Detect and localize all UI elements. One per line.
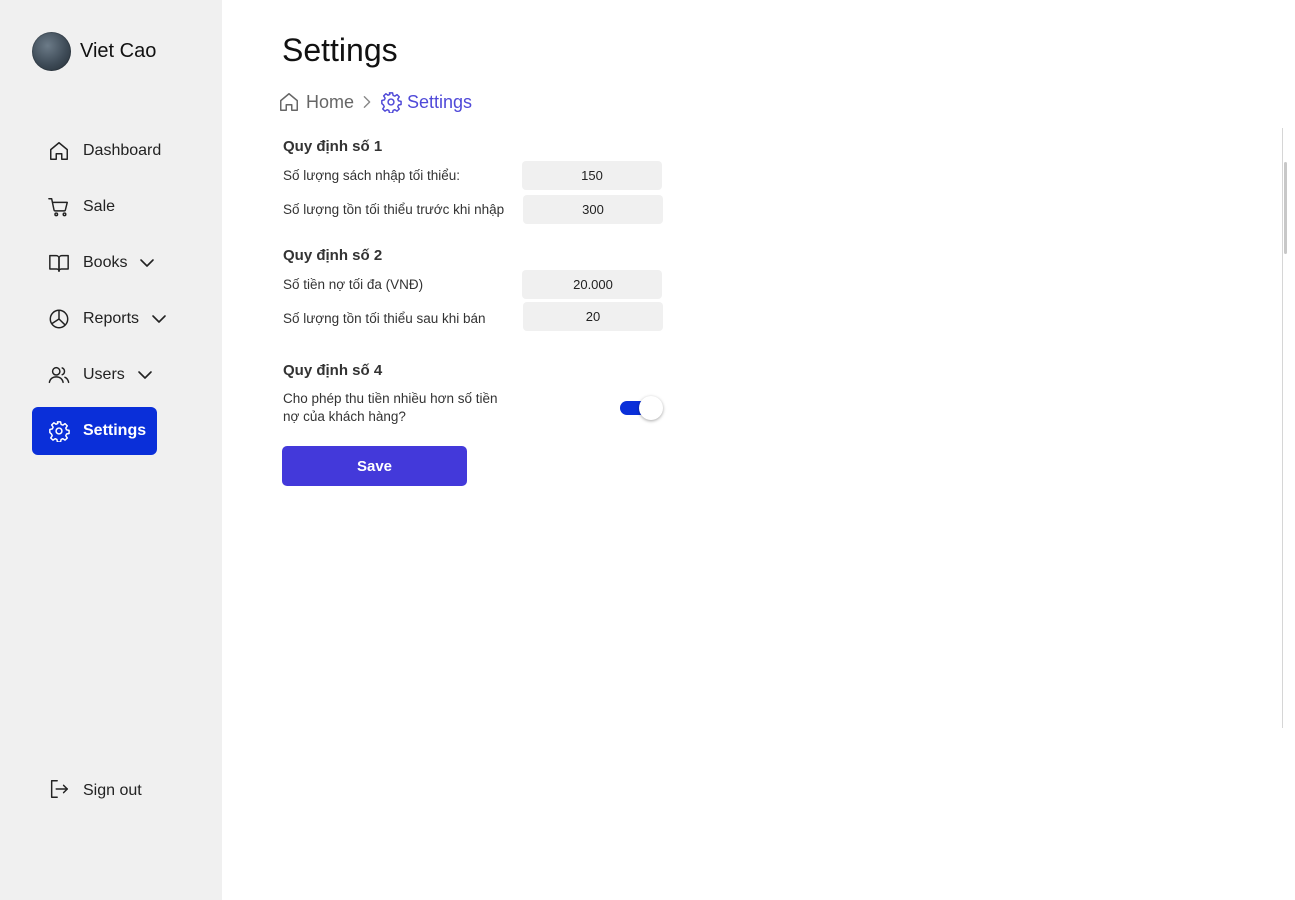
sidebar-item-dashboard[interactable]: Dashboard	[32, 127, 167, 175]
sidebar-item-label: Books	[83, 254, 128, 271]
breadcrumb-current-label: Settings	[407, 91, 473, 112]
min-import-label: Số lượng sách nhập tối thiểu:	[283, 168, 461, 183]
min-stock-after-input[interactable]	[523, 302, 663, 331]
allow-overpay-label: Cho phép thu tiền nhiều hơn số tiền nợ c…	[283, 391, 498, 424]
sidebar-item-reports[interactable]: Reports	[32, 295, 167, 343]
rule1-title: Quy định số 1	[283, 138, 383, 155]
sign-out-icon	[48, 778, 70, 805]
avatar[interactable]	[32, 32, 71, 71]
home-icon	[48, 140, 70, 162]
chevron-down-icon[interactable]	[137, 367, 153, 383]
chevron-down-icon[interactable]	[151, 311, 167, 327]
sidebar-item-settings[interactable]: Settings	[32, 407, 157, 455]
chevron-right-icon	[360, 95, 374, 109]
sidebar: Viet Cao Dashboard Sale Books Reports Us…	[0, 0, 222, 900]
min-import-input[interactable]	[522, 161, 662, 190]
sidebar-item-label: Reports	[83, 310, 140, 327]
max-debt-input[interactable]	[522, 270, 662, 299]
breadcrumb: Home Settings	[278, 91, 472, 113]
rule4-title: Quy định số 4	[283, 362, 383, 379]
breadcrumb-current: Settings	[380, 91, 472, 113]
sidebar-item-label: Sale	[83, 198, 116, 215]
chevron-down-icon[interactable]	[139, 255, 155, 271]
cart-icon	[48, 196, 70, 218]
sidebar-item-label: Users	[83, 366, 125, 383]
main-content: Settings Home Settings Quy định số 1 Số …	[222, 0, 1295, 900]
sidebar-item-label: Dashboard	[83, 142, 162, 159]
sidebar-item-sale[interactable]: Sale	[32, 183, 167, 231]
scrollbar-thumb[interactable]	[1284, 162, 1287, 254]
sign-out-label: Sign out	[83, 782, 142, 799]
max-stock-before-label: Số lượng tồn tối thiểu trước khi nhập	[283, 202, 505, 217]
rule2-title: Quy định số 2	[283, 247, 383, 264]
max-debt-label: Số tiền nợ tối đa (VNĐ)	[283, 277, 424, 292]
sidebar-item-books[interactable]: Books	[32, 239, 167, 287]
page-title: Settings	[282, 32, 398, 68]
book-icon	[48, 252, 70, 274]
gear-icon	[381, 92, 402, 113]
max-stock-before-input[interactable]	[523, 195, 663, 224]
breadcrumb-home[interactable]: Home	[278, 91, 354, 113]
sidebar-item-users[interactable]: Users	[32, 351, 167, 399]
allow-overpay-toggle[interactable]	[620, 396, 664, 420]
home-icon	[280, 93, 298, 111]
min-stock-after-label: Số lượng tồn tối thiểu sau khi bán	[283, 311, 486, 326]
scrollbar[interactable]	[1282, 128, 1287, 728]
breadcrumb-home-label: Home	[306, 91, 355, 112]
gear-icon	[48, 420, 70, 442]
user-name: Viet Cao	[80, 40, 157, 62]
save-button[interactable]: Save	[282, 446, 467, 486]
toggle-knob	[639, 396, 663, 420]
sign-out-button[interactable]: Sign out	[32, 767, 142, 815]
sidebar-nav: Dashboard Sale Books Reports Users Setti…	[32, 127, 167, 463]
user-profile[interactable]: Viet Cao	[32, 32, 156, 71]
sidebar-item-label: Settings	[83, 422, 147, 439]
pie-chart-icon	[48, 308, 70, 330]
users-icon	[48, 364, 70, 386]
